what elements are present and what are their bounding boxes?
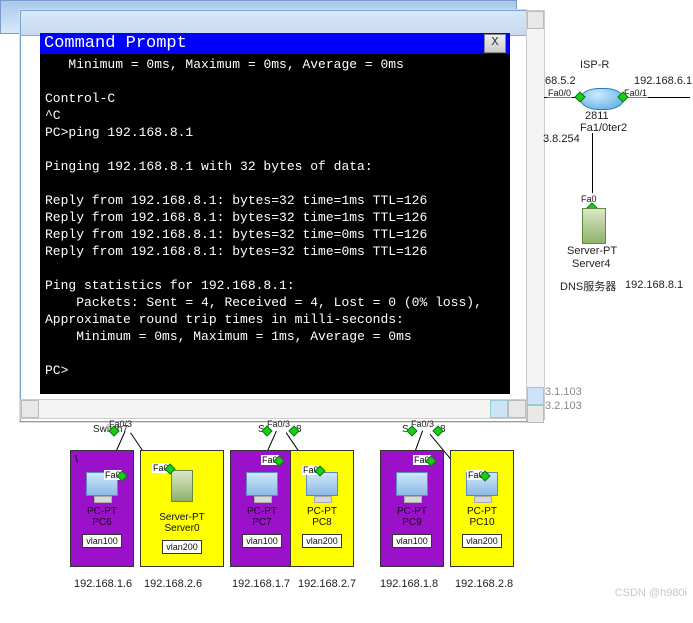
ip-label: 192.168.6.1 <box>634 75 692 87</box>
vlan-badge: vlan200 <box>302 534 342 548</box>
horizontal-scrollbar[interactable] <box>20 399 527 419</box>
device-type: PC-PT <box>293 506 351 517</box>
vlan-badge: vlan100 <box>82 534 122 548</box>
server-type: Server-PT <box>567 245 617 257</box>
server-desc: DNS服务器 <box>560 278 616 294</box>
corner-mark: \ <box>73 454 131 464</box>
device-ip: 192.168.1.6 <box>74 578 132 590</box>
port-label: Fa0 <box>580 194 598 204</box>
device-type: Server-PT <box>143 512 221 523</box>
scroll-thumb[interactable] <box>527 387 544 405</box>
vlan-badge: vlan100 <box>242 534 282 548</box>
server-name: Server4 <box>572 258 611 270</box>
device-ip: 192.168.2.8 <box>455 578 513 590</box>
isp-label: ISP-R <box>580 59 609 71</box>
device-type: PC-PT <box>233 506 291 517</box>
router-icon[interactable] <box>580 88 624 110</box>
scroll-thumb-h[interactable] <box>490 400 508 418</box>
router-name: Fa1/0ter2 <box>580 122 627 134</box>
device-ip: 192.168.1.7 <box>232 578 290 590</box>
device-name: PC9 <box>383 517 441 528</box>
device-name: PC10 <box>453 517 511 528</box>
ip-label: 3.8.254 <box>543 133 580 145</box>
port-label: Fa0/3 <box>267 419 290 429</box>
scroll-track-h[interactable] <box>39 400 490 418</box>
scroll-up-arrow[interactable] <box>527 11 544 29</box>
scroll-right-arrow[interactable] <box>508 400 526 418</box>
router-model: 2811 <box>585 110 609 122</box>
scroll-left-arrow[interactable] <box>21 400 39 418</box>
ip-label: 68.5.2 <box>545 75 576 87</box>
device-pc6[interactable]: \ PC-PTPC6 vlan100 <box>70 450 134 567</box>
device-pc7[interactable]: PC-PTPC7 vlan100 <box>230 450 294 567</box>
pc-icon <box>306 472 338 496</box>
device-ip: 192.168.2.6 <box>144 578 202 590</box>
vlan-badge: vlan100 <box>392 534 432 548</box>
vlan-badge: vlan200 <box>462 534 502 548</box>
link <box>592 133 593 193</box>
ip-label: 3.2.103 <box>545 400 582 412</box>
watermark: CSDN @h980i <box>615 587 687 599</box>
pc-icon <box>246 472 278 496</box>
terminal-output[interactable]: Minimum = 0ms, Maximum = 0ms, Average = … <box>40 54 510 394</box>
device-type: PC-PT <box>73 506 131 517</box>
ip-label: 3.1.103 <box>545 386 582 398</box>
scroll-down-arrow[interactable] <box>527 405 544 423</box>
device-name: PC6 <box>73 517 131 528</box>
packet-tracer-workspace[interactable]: Command Prompt X Minimum = 0ms, Maximum … <box>0 0 693 623</box>
pc-icon <box>396 472 428 496</box>
device-name: Server0 <box>143 523 221 534</box>
terminal-text: Minimum = 0ms, Maximum = 0ms, Average = … <box>40 54 510 381</box>
port-label: Fa0/0 <box>547 88 572 98</box>
device-name: PC8 <box>293 517 351 528</box>
server-ip: 192.168.8.1 <box>625 279 683 291</box>
window-title: Command Prompt <box>44 34 187 53</box>
device-name: PC7 <box>233 517 291 528</box>
server-icon <box>171 470 193 502</box>
device-type: PC-PT <box>383 506 441 517</box>
device-pc9[interactable]: PC-PTPC9 vlan100 <box>380 450 444 567</box>
device-pc10[interactable]: PC-PTPC10 vlan200 <box>450 450 514 567</box>
vlan-badge: vlan200 <box>162 540 202 554</box>
device-ip: 192.168.2.7 <box>298 578 356 590</box>
device-type: PC-PT <box>453 506 511 517</box>
device-ip: 192.168.1.8 <box>380 578 438 590</box>
command-prompt-titlebar: Command Prompt X <box>40 33 510 54</box>
scroll-track[interactable] <box>527 29 544 387</box>
close-button[interactable]: X <box>484 34 506 53</box>
vertical-scrollbar[interactable] <box>526 10 545 420</box>
server-icon[interactable] <box>582 208 606 244</box>
